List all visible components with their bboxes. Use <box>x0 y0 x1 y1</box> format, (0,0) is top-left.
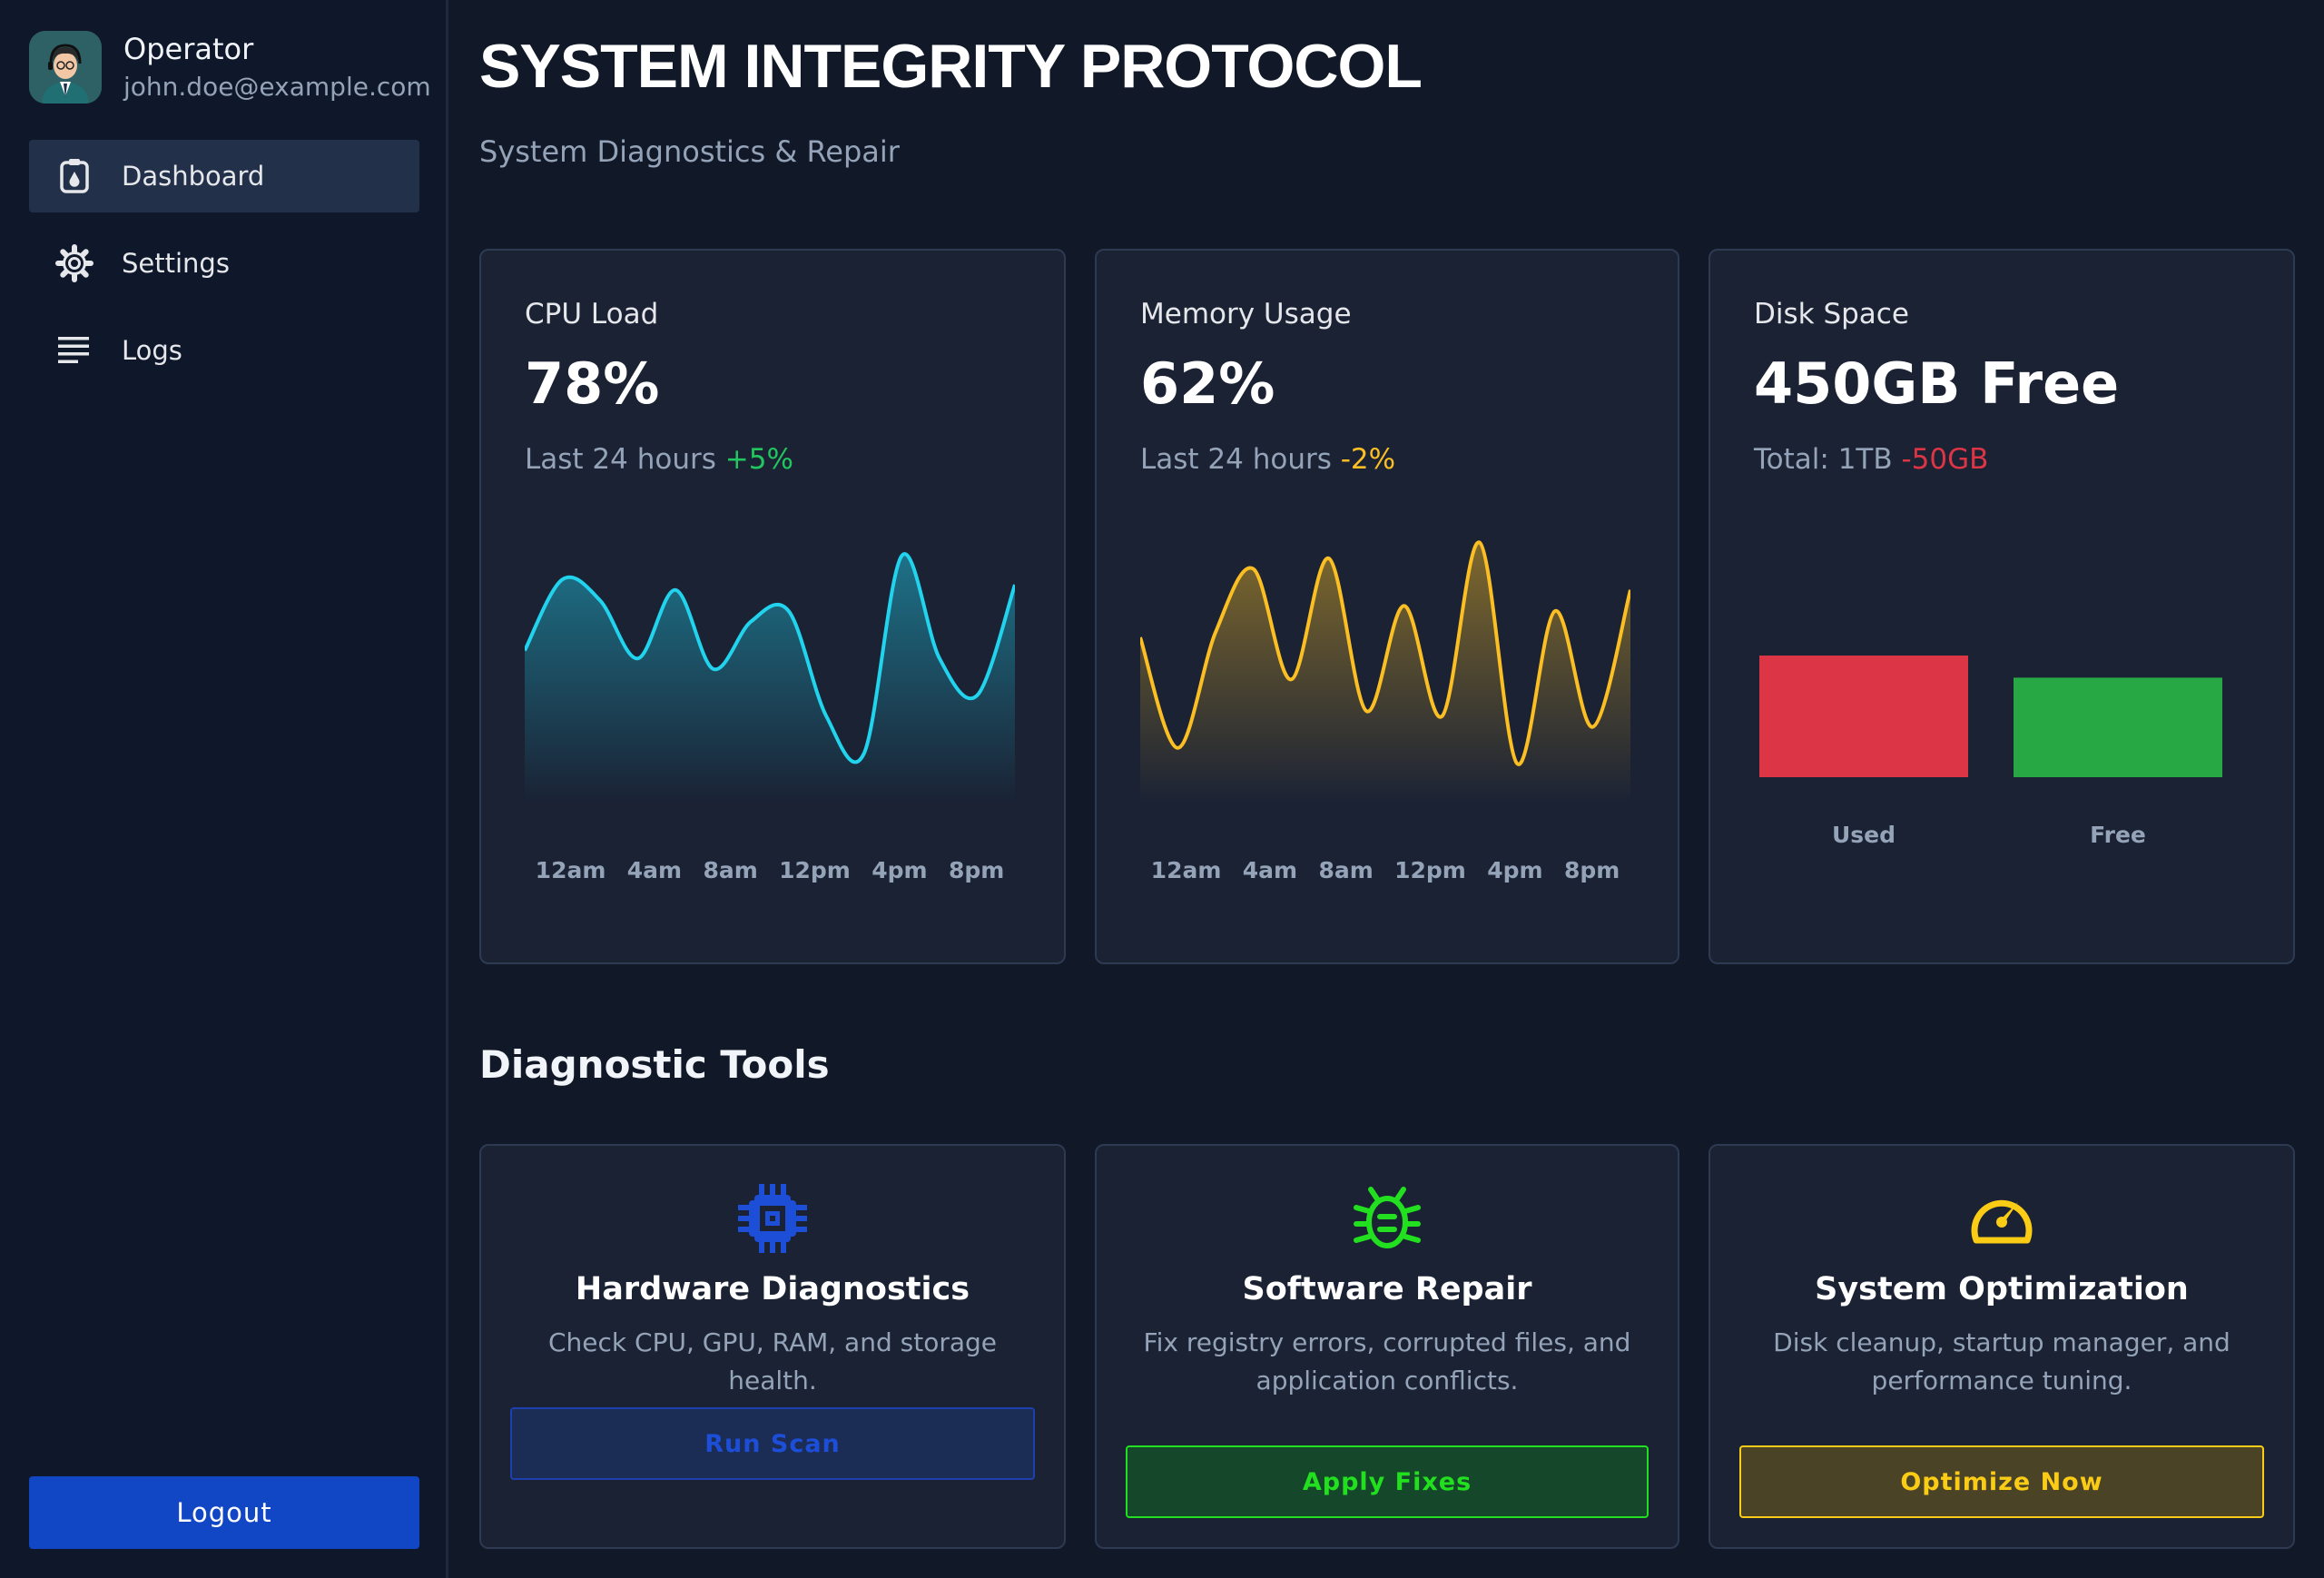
stat-change: +5% <box>724 443 793 476</box>
chart-bar <box>2014 677 2222 777</box>
stat-label: Memory Usage <box>1140 298 1352 330</box>
stat-subtext: Total: 1TB -50GB <box>1754 443 1988 476</box>
sidebar-nav: Dashboard Settings Logs <box>29 140 419 401</box>
disk-space-card: Disk Space 450GB Free Total: 1TB -50GB U… <box>1709 249 2295 964</box>
stat-label: Disk Space <box>1754 298 1909 330</box>
apply-fixes-button[interactable]: Apply Fixes <box>1126 1445 1649 1518</box>
tool-description: Fix registry errors, corrupted files, an… <box>1143 1327 1631 1396</box>
cpu-load-card: CPU Load 78% Last 24 hours +5% 12am 4am 8a… <box>479 249 1066 964</box>
stat-value: 62% <box>1140 350 1275 417</box>
sidebar-item-label: Logs <box>122 335 182 366</box>
chart-tick-label: Used <box>1832 822 1896 848</box>
chart-tick-label: 8am <box>1318 857 1374 883</box>
sidebar: Operator john.doe@example.com Dashboard <box>0 0 448 1578</box>
stat-period: Last 24 hours <box>525 443 716 476</box>
user-name: Operator <box>123 32 254 66</box>
stat-value: 450GB Free <box>1754 350 2120 417</box>
hardware-diagnostics-card: Hardware Diagnostics Check CPU, GPU, RAM… <box>479 1144 1066 1549</box>
disk-space-chart: Used Free <box>1759 656 2222 848</box>
speedometer-icon <box>1964 1180 2040 1257</box>
avatar <box>29 31 102 104</box>
run-scan-button[interactable]: Run Scan <box>510 1407 1035 1480</box>
chart-area-fill <box>1140 542 1630 804</box>
stat-period: Last 24 hours <box>1140 443 1332 476</box>
gear-icon <box>54 243 94 283</box>
optimize-now-button[interactable]: Optimize Now <box>1739 1445 2264 1518</box>
tool-title: Hardware Diagnostics <box>575 1271 970 1307</box>
chart-tick-label: 12am <box>535 857 606 883</box>
dashboard-icon <box>54 156 94 196</box>
chart-tick-label: 8pm <box>948 857 1005 883</box>
sidebar-item-label: Dashboard <box>122 161 265 192</box>
chart-tick-label: 4pm <box>1487 857 1543 883</box>
stat-label: CPU Load <box>525 298 659 330</box>
sidebar-item-dashboard[interactable]: Dashboard <box>29 140 419 212</box>
list-icon <box>54 330 94 370</box>
stat-change: -50GB <box>1901 443 1989 476</box>
memory-usage-chart <box>1140 540 1630 804</box>
software-repair-card: Software Repair Fix registry errors, cor… <box>1095 1144 1679 1549</box>
user-email: john.doe@example.com <box>123 72 431 102</box>
chart-area-fill <box>525 554 1015 804</box>
chart-tick-label: Free <box>2090 822 2146 848</box>
chart-bar <box>1759 656 1968 777</box>
page-subtitle: System Diagnostics & Repair <box>479 134 900 169</box>
chart-tick-label: 4am <box>626 857 683 883</box>
stat-change: -2% <box>1340 443 1396 476</box>
chart-tick-label: 12pm <box>1394 857 1466 883</box>
sidebar-item-logs[interactable]: Logs <box>29 314 419 387</box>
stat-total: Total: 1TB <box>1754 443 1893 476</box>
tool-title: System Optimization <box>1815 1271 2189 1307</box>
tool-description: Check CPU, GPU, RAM, and storage health. <box>547 1327 998 1396</box>
logout-button[interactable]: Logout <box>29 1476 419 1549</box>
chart-x-axis: 12am 4am 8am 12pm 4pm 8pm <box>1140 857 1630 883</box>
chart-tick-label: 12pm <box>779 857 851 883</box>
cpu-load-chart <box>525 552 1015 804</box>
section-title: Diagnostic Tools <box>479 1042 830 1087</box>
stat-value: 78% <box>525 350 660 417</box>
stat-subtext: Last 24 hours +5% <box>525 443 793 476</box>
page-title: SYSTEM INTEGRITY PROTOCOL <box>479 32 1423 101</box>
memory-usage-card: Memory Usage 62% Last 24 hours -2% 12am 4… <box>1095 249 1679 964</box>
stat-subtext: Last 24 hours -2% <box>1140 443 1395 476</box>
user-profile[interactable]: Operator john.doe@example.com <box>29 29 431 105</box>
tool-title: Software Repair <box>1242 1271 1532 1307</box>
chip-icon <box>734 1180 811 1257</box>
chart-tick-label: 4pm <box>872 857 928 883</box>
bug-icon <box>1349 1180 1425 1257</box>
system-optimization-card: System Optimization Disk cleanup, startu… <box>1709 1144 2295 1549</box>
chart-tick-label: 12am <box>1150 857 1222 883</box>
sidebar-item-settings[interactable]: Settings <box>29 227 419 300</box>
chart-tick-label: 8pm <box>1563 857 1620 883</box>
sidebar-item-label: Settings <box>122 248 230 279</box>
chart-tick-label: 8am <box>703 857 758 883</box>
chart-x-axis: 12am 4am 8am 12pm 4pm 8pm <box>525 857 1015 883</box>
chart-tick-label: 4am <box>1242 857 1298 883</box>
tool-description: Disk cleanup, startup manager, and perfo… <box>1773 1327 2230 1396</box>
